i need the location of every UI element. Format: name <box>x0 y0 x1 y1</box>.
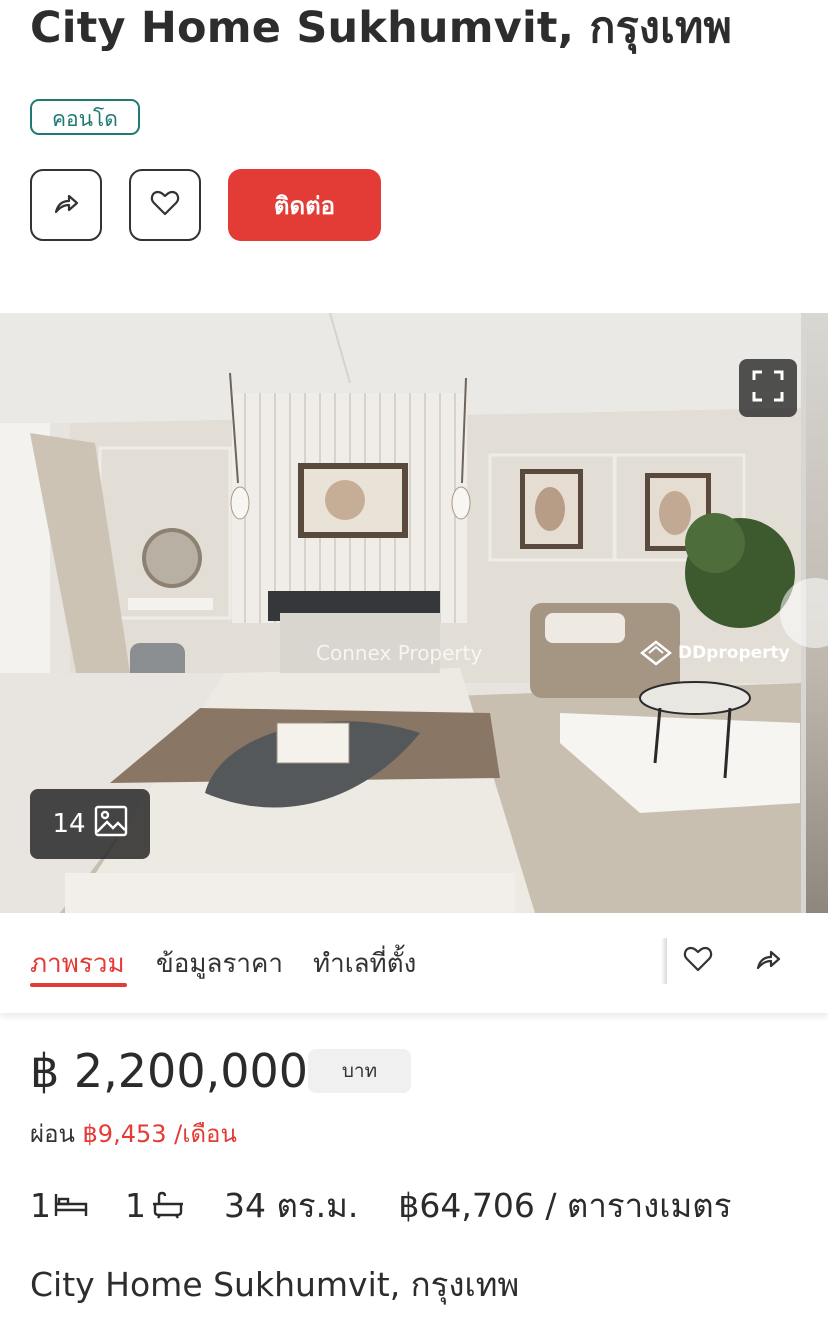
tab-favorite-button[interactable] <box>678 941 718 981</box>
favorite-button[interactable] <box>129 169 201 241</box>
tab-share-button[interactable] <box>748 941 788 981</box>
price-per-sqm: ฿64,706 / ตารางเมตร <box>398 1185 732 1225</box>
contact-button[interactable]: ติดต่อ <box>228 169 381 241</box>
watermark-agency: Connex Property <box>316 641 483 665</box>
fullscreen-button[interactable] <box>739 359 797 417</box>
installment-amount: ฿9,453 <box>82 1120 167 1148</box>
bedroom-count: 1 <box>30 1186 89 1225</box>
heart-icon <box>149 187 181 223</box>
share-icon <box>50 187 82 223</box>
ddproperty-logo-icon <box>640 640 672 666</box>
tab-location[interactable]: ทำเลที่ตั้ง <box>313 943 416 984</box>
price-unit-chip: บาท <box>308 1049 411 1093</box>
heart-icon <box>682 943 714 979</box>
tab-overview[interactable]: ภาพรวม <box>30 943 125 984</box>
price-amount: 2,200,000 <box>73 1044 309 1098</box>
floor-area: 34 ตร.ม. <box>224 1185 359 1225</box>
listing-address: City Home Sukhumvit, กรุงเทพ <box>30 1265 520 1304</box>
bathtub-icon <box>153 1191 183 1219</box>
photo-gallery[interactable]: Connex Property DDproperty 14 <box>0 313 828 913</box>
tab-price-info[interactable]: ข้อมูลราคา <box>156 943 283 984</box>
watermark-ddproperty: DDproperty <box>640 640 790 666</box>
property-type-badge: คอนโด <box>30 99 140 135</box>
share-button[interactable] <box>30 169 102 241</box>
active-tab-indicator <box>30 983 127 987</box>
installment-prefix: ผ่อน <box>30 1120 75 1148</box>
listing-price: ฿ 2,200,000 <box>30 1043 308 1099</box>
photo-count-badge[interactable]: 14 <box>30 789 150 859</box>
image-icon <box>94 805 128 844</box>
listing-title: City Home Sukhumvit, กรุงเทพ <box>30 3 733 53</box>
installment-period: /เดือน <box>174 1120 237 1148</box>
bathroom-count: 1 <box>125 1186 186 1225</box>
photo-count: 14 <box>52 809 86 839</box>
installment-info: ผ่อน ฿9,453 /เดือน <box>30 1114 237 1153</box>
currency-symbol: ฿ <box>30 1044 60 1098</box>
expand-icon <box>751 369 785 407</box>
tab-divider <box>661 938 667 984</box>
bed-icon <box>54 1194 88 1216</box>
property-specs: 1 1 34 ตร.ม. ฿64,706 / ตารางเมตร <box>30 1180 731 1230</box>
share-icon <box>752 943 784 979</box>
section-tabs: ภาพรวม ข้อมูลราคา ทำเลที่ตั้ง <box>0 913 828 1013</box>
